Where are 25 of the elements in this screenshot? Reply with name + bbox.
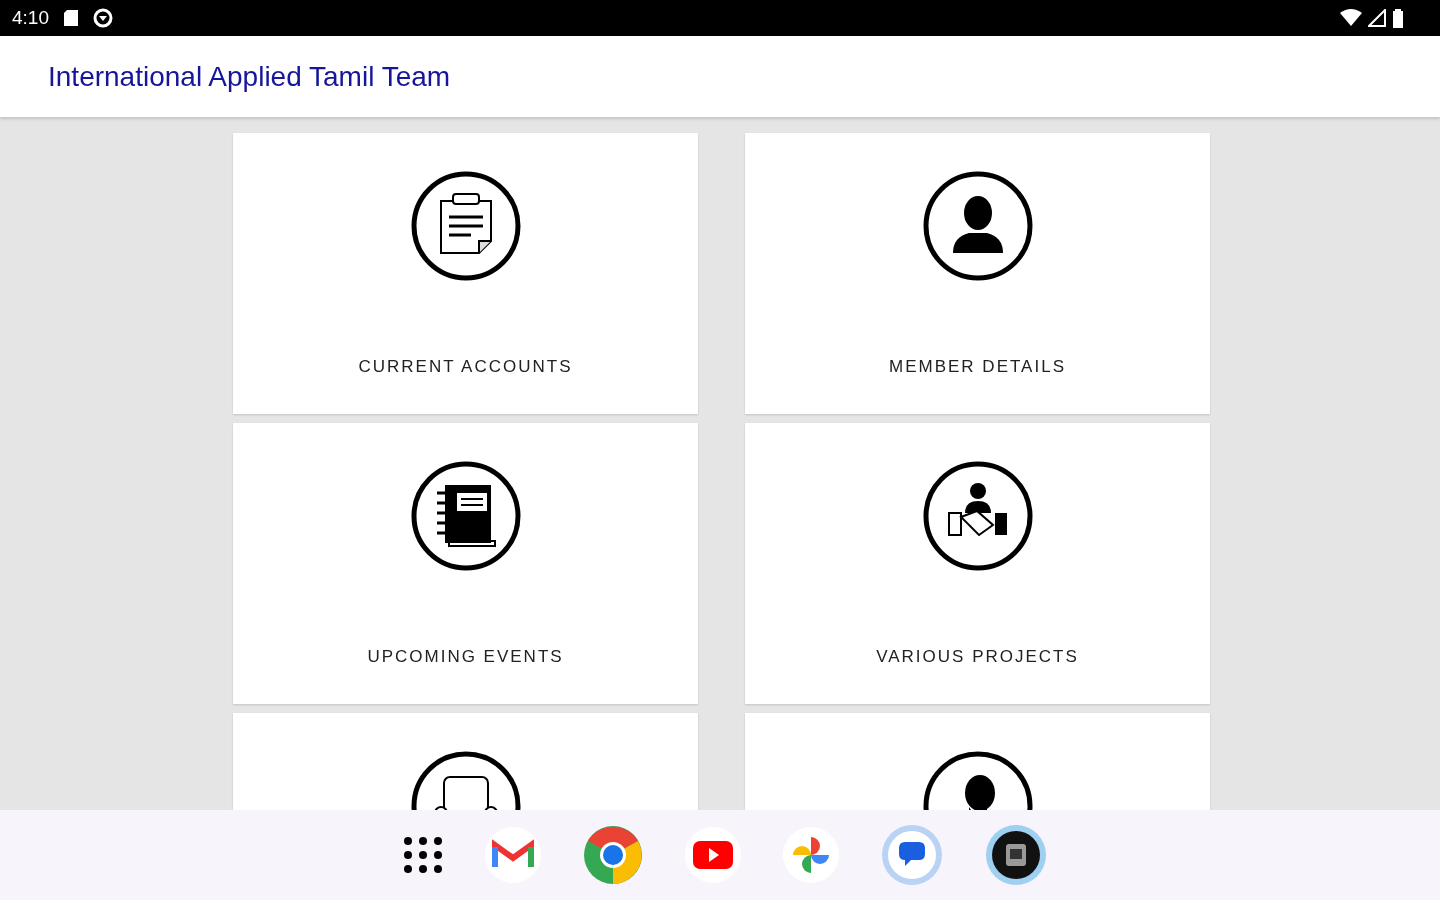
menu-card[interactable]: UPCOMING EVENTS [233,423,698,704]
sd-card-icon [63,9,79,27]
handshake-icon [922,461,1033,571]
browser-app-icon[interactable] [583,825,643,885]
menu-card[interactable]: MEMBER DETAILS [745,133,1210,414]
chat-app-icon[interactable] [881,824,943,886]
person-icon [922,171,1033,281]
status-time: 4:10 [12,7,49,29]
video-app-icon[interactable] [685,827,741,883]
card-label: MEMBER DETAILS [889,357,1066,377]
clipboard-icon [410,171,521,281]
pinwheel-app-icon[interactable] [783,827,839,883]
notebook-icon [410,461,521,571]
battery-icon [1392,8,1404,28]
app-drawer-icon[interactable] [403,837,443,873]
card-label: CURRENT ACCOUNTS [358,357,573,377]
menu-card[interactable]: VARIOUS PROJECTS [745,423,1210,704]
card-label: UPCOMING EVENTS [367,647,564,667]
card-label: VARIOUS PROJECTS [876,647,1079,667]
menu-card[interactable]: CURRENT ACCOUNTS [233,133,698,414]
wifi-icon [1340,9,1362,27]
app-icon[interactable] [985,824,1047,886]
app-title: International Applied Tamil Team [48,60,451,93]
signal-icon [1368,9,1386,27]
mail-app-icon[interactable] [485,827,541,883]
